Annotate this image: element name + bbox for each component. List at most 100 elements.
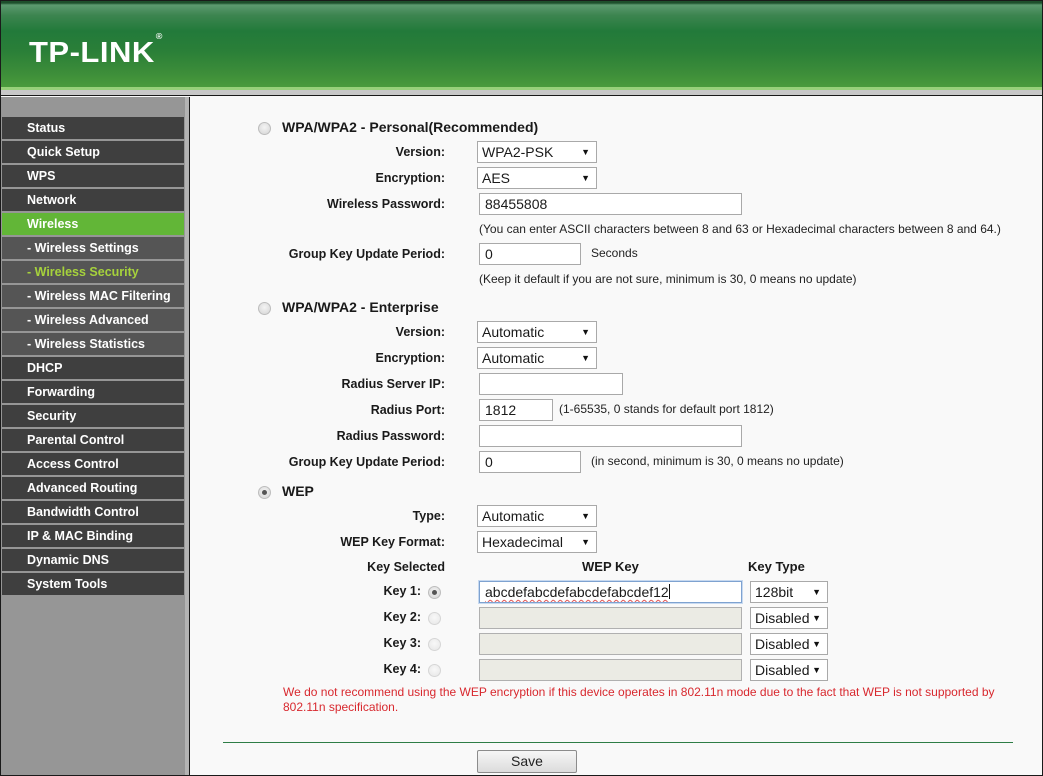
wep-type-value: Automatic: [482, 508, 545, 524]
sidebar-item-wireless-security[interactable]: - Wireless Security: [2, 261, 184, 283]
enterprise-gkup-input[interactable]: 0: [479, 451, 581, 473]
chevron-down-icon: ▼: [581, 173, 590, 183]
tp-link-logo: TP-LINK®: [29, 32, 163, 69]
personal-gkup-hint: (Keep it default if you are not sure, mi…: [479, 272, 857, 286]
wpa-personal-title: WPA/WPA2 - Personal(Recommended): [282, 119, 539, 135]
key-2-type-select[interactable]: Disabled ▼: [750, 607, 828, 629]
key-1-value: abcdefabcdefabcdefabcdef12: [485, 584, 669, 600]
sidebar-item-parental-control[interactable]: Parental Control: [2, 429, 184, 451]
key-2-radio[interactable]: [428, 612, 441, 625]
chevron-down-icon: ▼: [581, 327, 590, 337]
wep-key-format-value: Hexadecimal: [482, 534, 563, 550]
wep-radio[interactable]: [258, 486, 271, 499]
enterprise-encryption-label: Encryption:: [375, 351, 445, 365]
sidebar-item-security[interactable]: Security: [2, 405, 184, 427]
sidebar-item-bandwidth-control[interactable]: Bandwidth Control: [2, 501, 184, 523]
radius-port-hint: (1-65535, 0 stands for default port 1812…: [559, 402, 774, 416]
sidebar-item-wps[interactable]: WPS: [2, 165, 184, 187]
chevron-down-icon: ▼: [812, 613, 821, 623]
wep-type-select[interactable]: Automatic ▼: [477, 505, 597, 527]
sidebar-item-dynamic-dns[interactable]: Dynamic DNS: [2, 549, 184, 571]
chevron-down-icon: ▼: [812, 587, 821, 597]
key-4-input[interactable]: [479, 659, 742, 681]
key-3-input[interactable]: [479, 633, 742, 655]
key-1-type-select[interactable]: 128bit ▼: [750, 581, 828, 603]
registered-mark: ®: [155, 31, 163, 41]
sidebar-item-forwarding[interactable]: Forwarding: [2, 381, 184, 403]
radius-server-ip-label: Radius Server IP:: [341, 377, 445, 391]
sidebar-item-network[interactable]: Network: [2, 189, 184, 211]
sidebar-item-system-tools[interactable]: System Tools: [2, 573, 184, 595]
wireless-password-label: Wireless Password:: [327, 197, 445, 211]
chevron-down-icon: ▼: [581, 511, 590, 521]
radius-port-label: Radius Port:: [370, 403, 445, 417]
enterprise-version-select[interactable]: Automatic ▼: [477, 321, 597, 343]
wep-key-format-label: WEP Key Format:: [340, 535, 445, 549]
key-selected-header: Key Selected: [367, 560, 445, 574]
sidebar-item-ip-mac-binding[interactable]: IP & MAC Binding: [2, 525, 184, 547]
personal-gkup-input[interactable]: 0: [479, 243, 581, 265]
enterprise-gkup-hint: (in second, minimum is 30, 0 means no up…: [591, 454, 844, 468]
router-admin-page: TP-LINK® Status Quick Setup WPS Network …: [0, 0, 1043, 776]
text-caret: [668, 584, 670, 599]
wep-key-header: WEP Key: [582, 559, 639, 574]
personal-encryption-value: AES: [482, 170, 511, 186]
sidebar-item-wireless-settings[interactable]: - Wireless Settings: [2, 237, 184, 259]
sidebar-item-advanced-routing[interactable]: Advanced Routing: [2, 477, 184, 499]
sidebar-item-wireless-statistics[interactable]: - Wireless Statistics: [2, 333, 184, 355]
header-separator: [1, 90, 1042, 96]
personal-encryption-label: Encryption:: [375, 171, 445, 185]
key-3-type-value: Disabled: [755, 636, 810, 652]
wep-key-format-select[interactable]: Hexadecimal ▼: [477, 531, 597, 553]
key-4-type-select[interactable]: Disabled ▼: [750, 659, 828, 681]
key-2-label: Key 2:: [383, 610, 421, 624]
personal-version-label: Version:: [395, 145, 445, 159]
sidebar-item-quick-setup[interactable]: Quick Setup: [2, 141, 184, 163]
key-1-input[interactable]: abcdefabcdefabcdefabcdef12: [479, 581, 742, 603]
wireless-password-hint: (You can enter ASCII characters between …: [479, 222, 1001, 236]
enterprise-encryption-value: Automatic: [482, 350, 545, 366]
radius-server-ip-input[interactable]: [479, 373, 623, 395]
logo-text: TP-LINK: [29, 36, 155, 69]
main-content: WPA/WPA2 - Personal(Recommended) Version…: [190, 97, 1042, 775]
key-2-type-value: Disabled: [755, 610, 810, 626]
radius-password-label: Radius Password:: [336, 429, 445, 443]
key-1-label: Key 1:: [383, 584, 421, 598]
sidebar-item-dhcp[interactable]: DHCP: [2, 357, 184, 379]
key-3-radio[interactable]: [428, 638, 441, 651]
key-1-radio[interactable]: [428, 586, 441, 599]
enterprise-gkup-label: Group Key Update Period:: [288, 455, 445, 469]
wpa-enterprise-radio[interactable]: [258, 302, 271, 315]
radius-password-input[interactable]: [479, 425, 742, 447]
radius-port-input[interactable]: 1812: [479, 399, 553, 421]
save-button[interactable]: Save: [477, 750, 577, 773]
wep-type-label: Type:: [412, 509, 445, 523]
wpa-personal-radio[interactable]: [258, 122, 271, 135]
personal-gkup-label: Group Key Update Period:: [288, 247, 445, 261]
personal-version-select[interactable]: WPA2-PSK ▼: [477, 141, 597, 163]
wep-warning-text: We do not recommend using the WEP encryp…: [283, 685, 995, 714]
sidebar-item-wireless-mac-filtering[interactable]: - Wireless MAC Filtering: [2, 285, 184, 307]
personal-version-value: WPA2-PSK: [482, 144, 554, 160]
enterprise-encryption-select[interactable]: Automatic ▼: [477, 347, 597, 369]
chevron-down-icon: ▼: [581, 147, 590, 157]
personal-encryption-select[interactable]: AES ▼: [477, 167, 597, 189]
wep-title: WEP: [282, 483, 314, 499]
sidebar-item-access-control[interactable]: Access Control: [2, 453, 184, 475]
key-type-header: Key Type: [748, 559, 805, 574]
key-3-type-select[interactable]: Disabled ▼: [750, 633, 828, 655]
key-2-input[interactable]: [479, 607, 742, 629]
key-4-label: Key 4:: [383, 662, 421, 676]
form-divider: [223, 742, 1013, 743]
sidebar-item-wireless-advanced[interactable]: - Wireless Advanced: [2, 309, 184, 331]
key-4-type-value: Disabled: [755, 662, 810, 678]
sidebar-item-wireless[interactable]: Wireless: [2, 213, 184, 235]
key-4-radio[interactable]: [428, 664, 441, 677]
chevron-down-icon: ▼: [581, 353, 590, 363]
wireless-password-input[interactable]: 88455808: [479, 193, 742, 215]
sidebar-item-status[interactable]: Status: [2, 117, 184, 139]
chevron-down-icon: ▼: [581, 537, 590, 547]
key-1-type-value: 128bit: [755, 584, 794, 600]
wpa-enterprise-title: WPA/WPA2 - Enterprise: [282, 299, 439, 315]
header-banner: TP-LINK®: [1, 1, 1042, 90]
